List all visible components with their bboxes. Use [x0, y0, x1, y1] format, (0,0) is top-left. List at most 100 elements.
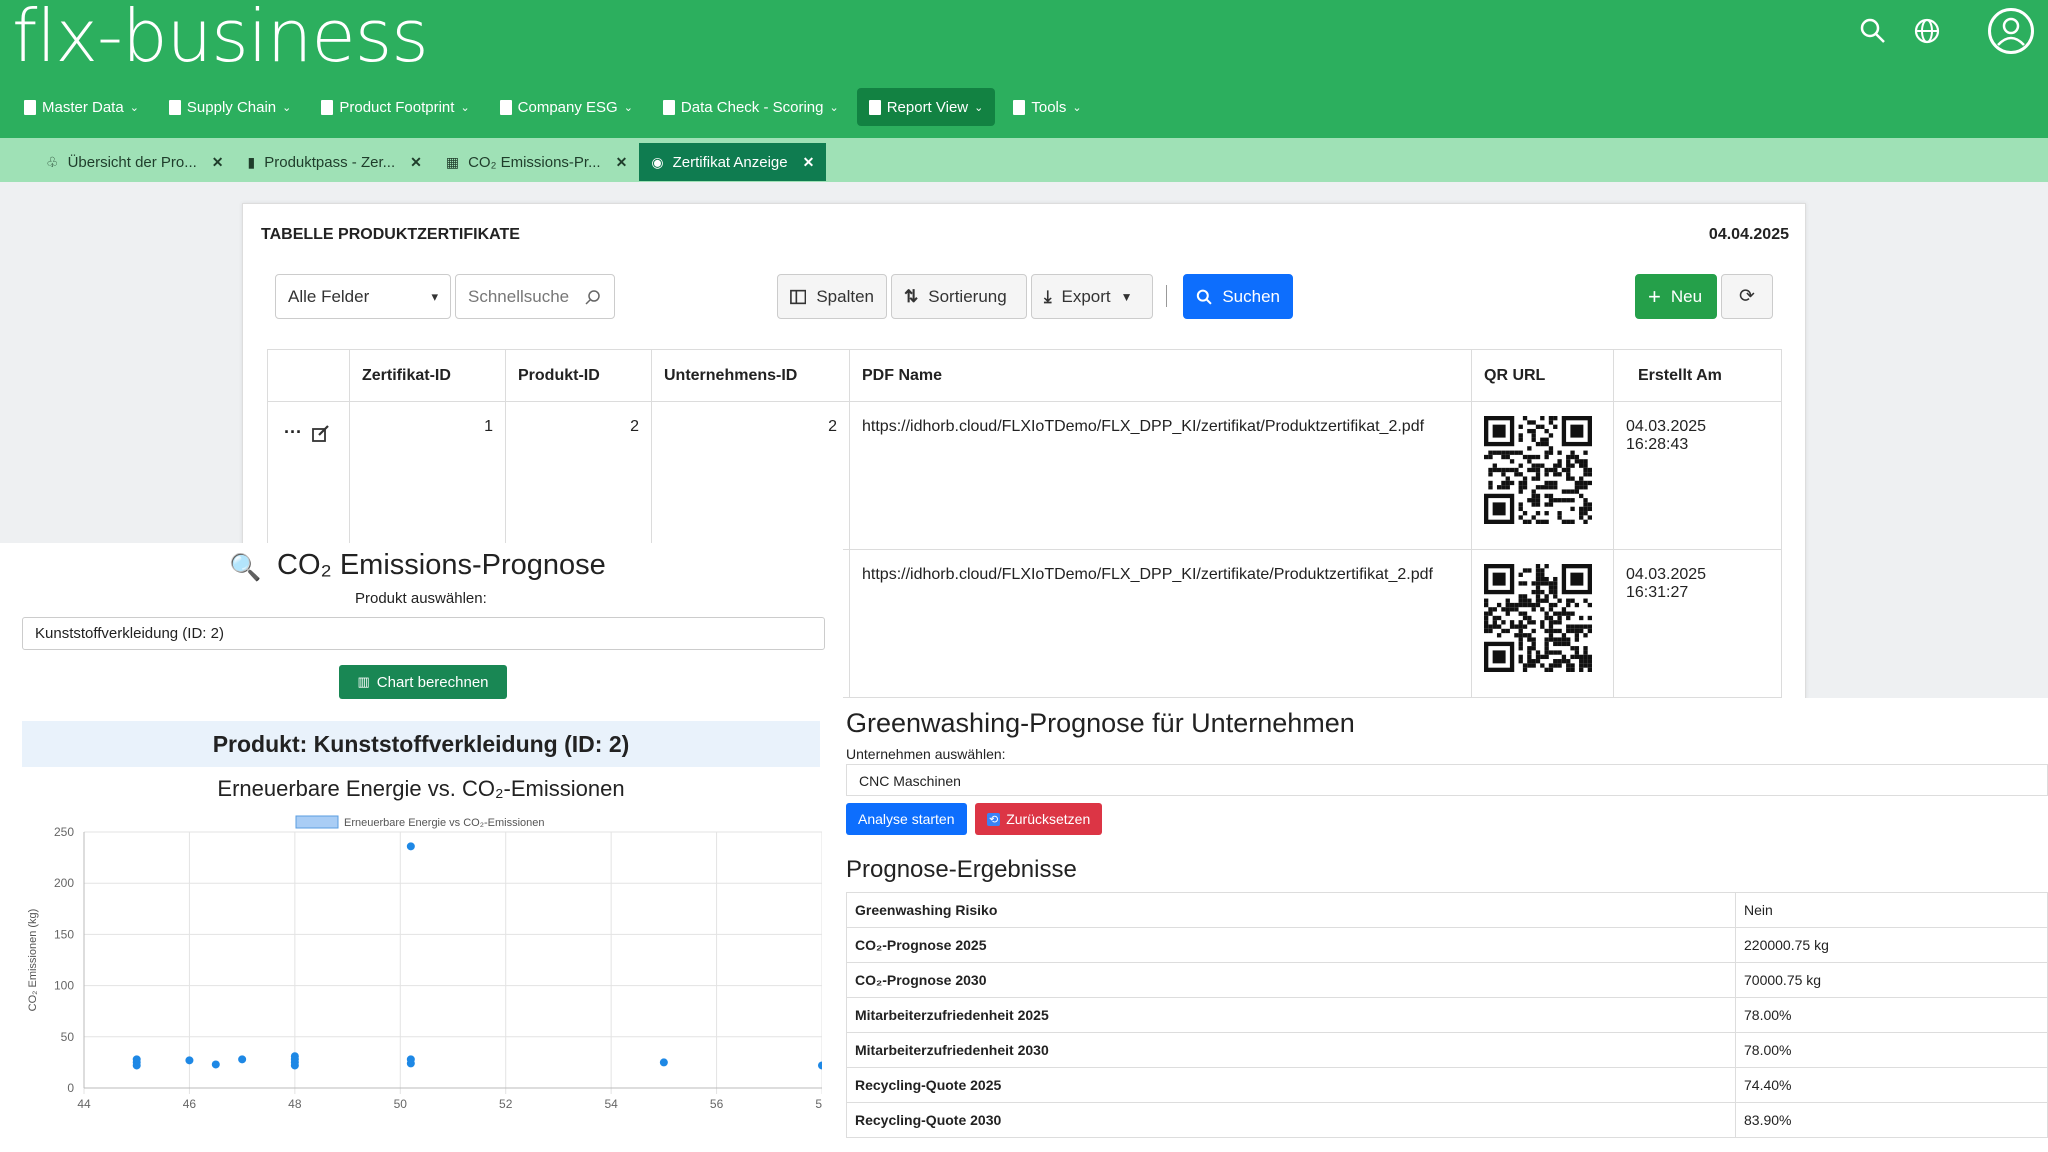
eye-icon: ◉ [651, 153, 664, 170]
cell-pdf-name[interactable]: https://idhorb.cloud/FLXIoTDemo/FLX_DPP_… [849, 401, 1472, 550]
actions-column-header [267, 349, 350, 402]
tab-label: Übersicht der Pro... [67, 153, 197, 171]
y-tick-label: 50 [61, 1030, 75, 1044]
row-actions: ··· [267, 401, 350, 550]
menu-label: Report View [886, 98, 969, 116]
y-tick-label: 150 [54, 927, 74, 941]
column-header[interactable]: Erstellt Am [1613, 349, 1782, 402]
columns-button[interactable]: Spalten [777, 274, 887, 319]
close-icon[interactable]: ✕ [410, 154, 422, 171]
new-button[interactable]: + Neu [1635, 274, 1717, 319]
magnifier-icon: 🔍 [229, 552, 262, 582]
menu-tools[interactable]: Tools ⌄ [1001, 88, 1093, 126]
result-label: CO₂-Prognose 2025 [846, 927, 1736, 963]
product-select[interactable]: Kunststoffverkleidung (ID: 2) [22, 617, 825, 650]
data-point [211, 1060, 220, 1069]
tab-label: Produktpass - Zer... [264, 153, 396, 171]
tab-zertifikat-anzeige[interactable]: ◉ Zertifikat Anzeige ✕ [639, 143, 827, 181]
data-point [659, 1058, 668, 1067]
menu-product-footprint[interactable]: Product Footprint ⌄ [309, 88, 481, 126]
y-tick-label: 100 [54, 979, 74, 993]
company-select[interactable]: CNC Maschinen [846, 764, 2048, 796]
file-icon [24, 99, 36, 115]
result-row: Recycling-Quote 2030 83.90% [846, 1102, 2048, 1138]
file-icon [321, 99, 334, 115]
card-title: TABELLE PRODUKTZERTIFIKATE [261, 226, 520, 243]
legend-label: Erneuerbare Energie vs CO₂-Emissionen [344, 817, 545, 829]
quick-search-input[interactable]: Schnellsuche [455, 274, 615, 319]
search-icon[interactable] [1858, 16, 1888, 46]
column-header[interactable]: Produkt-ID [505, 349, 652, 402]
menu-label: Company ESG [517, 98, 618, 116]
qr-code-image[interactable] [1484, 416, 1592, 524]
tab-produktpass[interactable]: ▮ Produktpass - Zer... ✕ [236, 143, 434, 181]
globe-icon[interactable] [1912, 16, 1942, 46]
download-icon: ⤓ [1044, 286, 1052, 306]
menu-data-check[interactable]: Data Check - Scoring ⌄ [651, 88, 851, 126]
columns-icon [790, 289, 807, 304]
export-button[interactable]: ⤓ Export ▼ [1031, 274, 1153, 319]
results-table: Greenwashing Risiko Nein CO₂-Prognose 2025… [846, 892, 2048, 1138]
refresh-button[interactable]: ⟳ [1721, 274, 1773, 319]
result-value: 70000.75 kg [1735, 962, 2048, 998]
table-header-row: Zertifikat-ID Produkt-ID Unternehmens-ID… [267, 349, 1782, 402]
analyze-label: Analyse starten [858, 811, 955, 827]
menu-supply-chain[interactable]: Supply Chain ⌄ [157, 88, 303, 126]
data-point [290, 1052, 299, 1061]
chevron-down-icon: ⌄ [460, 101, 470, 114]
data-point [406, 842, 415, 851]
search-button[interactable]: Suchen [1183, 274, 1293, 319]
product-select-label: Produkt auswählen: [355, 590, 487, 607]
reset-button[interactable]: ⟲ Zurücksetzen [975, 803, 1103, 835]
tag-icon [499, 99, 512, 115]
result-value: 78.00% [1735, 997, 2048, 1033]
menu-label: Product Footprint [339, 98, 455, 116]
result-label: Mitarbeiterzufriedenheit 2030 [846, 1032, 1736, 1068]
sort-label: Sortierung [928, 286, 1007, 306]
table-row: ··· 1 2 2 https://idhorb.cloud/FLXIoTDem… [267, 401, 1782, 550]
menu-label: Data Check - Scoring [680, 98, 824, 116]
tab-uebersicht[interactable]: ♧ Übersicht der Pro... ✕ [34, 143, 236, 181]
sort-button[interactable]: ⇅ Sortierung [891, 274, 1027, 319]
data-point [132, 1055, 141, 1064]
result-value: 74.40% [1735, 1067, 2048, 1103]
user-avatar-icon[interactable] [1988, 8, 2034, 54]
file-icon [868, 99, 881, 115]
column-header[interactable]: Zertifikat-ID [349, 349, 506, 402]
tab-co2-emissions[interactable]: ▦ CO₂ Emissions-Pr... ✕ [434, 143, 639, 181]
analyze-button[interactable]: Analyse starten [846, 803, 967, 835]
cell-pdf-name[interactable]: https://idhorb.cloud/FLXIoTDemo/FLX_DPP_… [849, 549, 1472, 698]
chevron-down-icon: ⌄ [974, 101, 984, 114]
column-header[interactable]: PDF Name [849, 349, 1472, 402]
plus-icon: + [1648, 283, 1661, 309]
y-tick-label: 200 [54, 876, 74, 890]
search-label: Suchen [1222, 286, 1280, 306]
edit-icon[interactable] [312, 424, 330, 443]
gw-panel-title: Greenwashing-Prognose für Unternehmen [846, 708, 1355, 738]
data-point [818, 1061, 822, 1070]
x-tick-label: 58 [815, 1097, 822, 1108]
column-header[interactable]: Unternehmens-ID [651, 349, 850, 402]
file-icon [168, 99, 181, 115]
reset-label: Zurücksetzen [1006, 811, 1091, 827]
close-icon[interactable]: ✕ [803, 154, 815, 171]
greenwashing-panel: Greenwashing-Prognose für Unternehmen Un… [843, 698, 2048, 1152]
menu-master-data[interactable]: Master Data ⌄ [12, 88, 151, 126]
field-select[interactable]: Alle Felder ▾ [275, 274, 451, 319]
menu-report-view[interactable]: Report View ⌄ [856, 88, 996, 126]
close-icon[interactable]: ✕ [212, 154, 224, 171]
more-options-icon[interactable]: ··· [284, 422, 302, 442]
column-header[interactable]: QR URL [1471, 349, 1614, 402]
calculate-chart-button[interactable]: ▥ Chart berechnen [339, 665, 507, 699]
result-row: Greenwashing Risiko Nein [846, 892, 2048, 928]
y-axis-label: CO₂ Emissionen (kg) [27, 909, 39, 1012]
app-logo[interactable]: flx-business [12, 0, 429, 78]
calculate-chart-label: Chart berechnen [376, 673, 489, 691]
close-icon[interactable]: ✕ [616, 154, 628, 171]
qr-code-image[interactable] [1484, 564, 1592, 672]
top-navbar: flx-business Master Data ⌄ Supply Chain ⌄ … [0, 0, 2048, 138]
menu-label: Master Data [42, 98, 124, 116]
menu-label: Supply Chain [186, 98, 277, 116]
book-icon: ▮ [247, 153, 256, 170]
menu-company-esg[interactable]: Company ESG ⌄ [488, 88, 645, 126]
